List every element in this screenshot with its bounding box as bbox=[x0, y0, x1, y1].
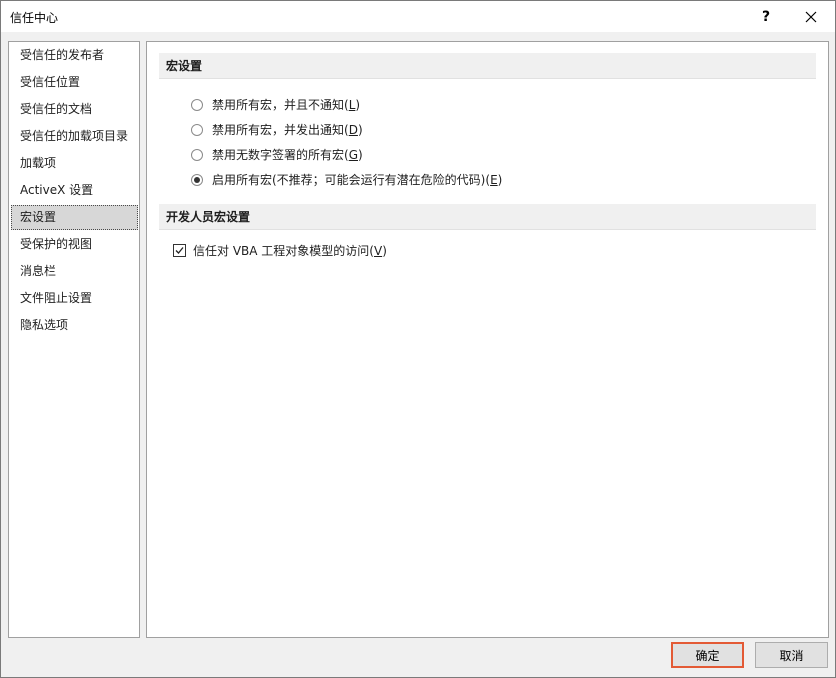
option-label: 启用所有宏(不推荐；可能会运行有潜在危险的代码)(E) bbox=[212, 173, 503, 187]
title-bar: 信任中心 ? bbox=[1, 1, 835, 32]
vba-access-checkbox[interactable] bbox=[173, 244, 186, 257]
macro-option-disable-with-notify[interactable]: 禁用所有宏，并发出通知(D) bbox=[191, 121, 363, 138]
radio-button[interactable] bbox=[191, 123, 203, 136]
option-label: 信任对 VBA 工程对象模型的访问(V) bbox=[193, 244, 387, 258]
sidebar-item-trusted-documents[interactable]: 受信任的文档 bbox=[11, 97, 138, 122]
sidebar-item-trusted-publishers[interactable]: 受信任的发布者 bbox=[11, 43, 138, 68]
sidebar-item-trusted-addin-catalogs[interactable]: 受信任的加载项目录 bbox=[11, 124, 138, 149]
sidebar-item-privacy-options[interactable]: 隐私选项 bbox=[11, 313, 138, 338]
sidebar-item-file-block-settings[interactable]: 文件阻止设置 bbox=[11, 286, 138, 311]
macro-settings-header: 宏设置 bbox=[159, 53, 816, 79]
macro-option-enable-all[interactable]: 启用所有宏(不推荐；可能会运行有潜在危险的代码)(E) bbox=[191, 171, 502, 188]
trust-center-dialog: 信任中心 ? 受信任的发布者 受信任位置 受信任的文档 受信任的加载项目录 加载… bbox=[0, 0, 836, 678]
cancel-button[interactable]: 取消 bbox=[755, 642, 828, 668]
developer-macro-settings-header: 开发人员宏设置 bbox=[159, 204, 816, 230]
ok-button[interactable]: 确定 bbox=[671, 642, 744, 668]
help-button[interactable]: ? bbox=[746, 1, 786, 32]
option-label: 禁用所有宏，并发出通知(D) bbox=[212, 123, 363, 137]
option-label: 禁用所有宏，并且不通知(L) bbox=[212, 98, 361, 112]
sidebar-item-activex-settings[interactable]: ActiveX 设置 bbox=[11, 178, 138, 203]
vba-access-option[interactable]: 信任对 VBA 工程对象模型的访问(V) bbox=[173, 242, 387, 259]
sidebar-item-addins[interactable]: 加载项 bbox=[11, 151, 138, 176]
sidebar-item-trusted-locations[interactable]: 受信任位置 bbox=[11, 70, 138, 95]
settings-panel: 宏设置 禁用所有宏，并且不通知(L) 禁用所有宏，并发出通知(D) 禁用无数字签… bbox=[146, 41, 829, 638]
dialog-title: 信任中心 bbox=[10, 11, 59, 25]
sidebar-item-protected-view[interactable]: 受保护的视图 bbox=[11, 232, 138, 257]
radio-button-selected[interactable] bbox=[191, 173, 203, 186]
close-button[interactable] bbox=[791, 1, 831, 32]
checkmark-icon bbox=[175, 247, 184, 254]
category-sidebar: 受信任的发布者 受信任位置 受信任的文档 受信任的加载项目录 加载项 Activ… bbox=[8, 41, 140, 638]
option-label: 禁用无数字签署的所有宏(G) bbox=[212, 148, 363, 162]
sidebar-item-message-bar[interactable]: 消息栏 bbox=[11, 259, 138, 284]
sidebar-item-macro-settings[interactable]: 宏设置 bbox=[11, 205, 138, 230]
radio-button[interactable] bbox=[191, 148, 203, 161]
close-icon bbox=[805, 11, 817, 22]
macro-option-disable-unsigned[interactable]: 禁用无数字签署的所有宏(G) bbox=[191, 146, 363, 163]
radio-button[interactable] bbox=[191, 98, 203, 111]
macro-option-disable-no-notify[interactable]: 禁用所有宏，并且不通知(L) bbox=[191, 96, 360, 113]
